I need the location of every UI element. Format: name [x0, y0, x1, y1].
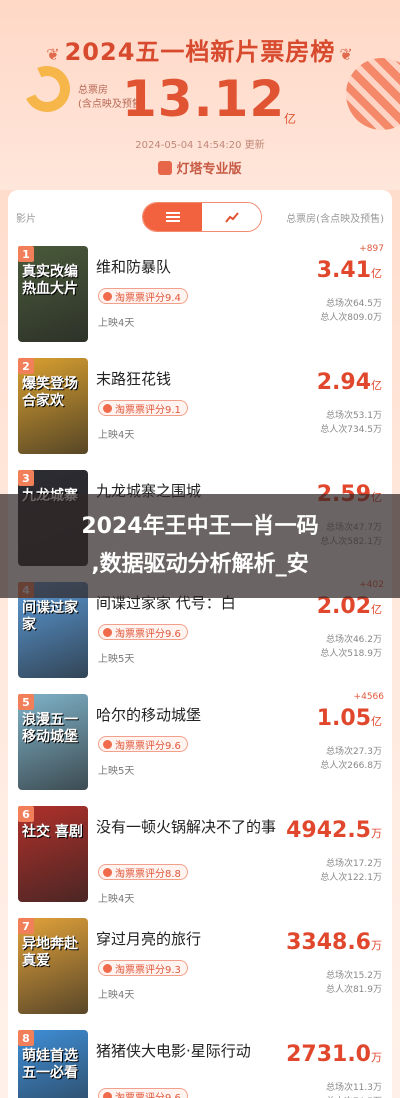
- taopiaopiao-icon: [103, 403, 112, 413]
- poster-caption: 萌娃首选 五一必看: [22, 1048, 78, 1081]
- total-shows: 总场次27.3万: [325, 747, 382, 757]
- movie-row[interactable]: 浪漫五一 移动城堡 5 哈尔的移动城堡 淘票票评分9.6 上映5天 +4566 …: [8, 686, 392, 798]
- score-badge: 淘票票评分8.8: [98, 864, 188, 880]
- box-office-value: 2.94亿: [316, 370, 382, 395]
- total-people: 总人次266.8万: [320, 761, 382, 771]
- box-office-value: 2731.0万: [286, 1042, 382, 1067]
- total-people: 总人次81.9万: [325, 985, 382, 995]
- bar-chart-icon: [224, 212, 239, 223]
- ribbon-icon: [17, 59, 77, 119]
- release-days: 上映4天: [98, 894, 135, 905]
- movie-title[interactable]: 末路狂花钱: [96, 368, 276, 390]
- release-days: 上映4天: [98, 318, 135, 329]
- total-shows: 总场次46.2万: [325, 635, 382, 645]
- total-people: 总人次734.5万: [320, 425, 382, 435]
- score-badge: 淘票票评分9.1: [98, 400, 188, 416]
- total-shows: 总场次17.2万: [325, 859, 382, 869]
- box-office-value: 3348.6万: [286, 930, 382, 955]
- realtime-delta: +897: [359, 244, 384, 254]
- poster-caption: 异地奔赴 真爱: [22, 936, 78, 969]
- movie-row[interactable]: 社交 喜剧 6 没有一顿火锅解决不了的事 淘票票评分8.8 上映4天 4942.…: [8, 798, 392, 910]
- box-office-value: 1.05亿: [316, 706, 382, 731]
- release-days: 上映5天: [98, 766, 135, 777]
- movie-title[interactable]: 维和防暴队: [96, 256, 276, 278]
- total-box-office: 13.12: [122, 70, 286, 128]
- rank-badge: 7: [18, 918, 34, 934]
- total-people: 总人次809.0万: [320, 313, 382, 323]
- total-shows: 总场次11.3万: [325, 1083, 382, 1093]
- table-header: 影片 总票房(含点映及预售): [8, 190, 392, 238]
- poster-caption: 间谍过家家: [22, 600, 78, 633]
- total-shows: 总场次53.1万: [325, 411, 382, 421]
- column-film: 影片: [16, 214, 36, 225]
- rank-badge: 2: [18, 358, 34, 374]
- page-title: ❦ 2024五一档新片票房榜 ❦: [46, 38, 354, 66]
- total-shows: 总场次15.2万: [325, 971, 382, 981]
- poster-caption: 爆笑登场 合家欢: [22, 376, 78, 409]
- taopiaopiao-icon: [103, 291, 112, 301]
- view-toggle[interactable]: [142, 202, 262, 232]
- release-days: 上映4天: [98, 990, 135, 1001]
- overlay-text: 2024年王中王一肖一码 ,数据驱动分析解析_安: [81, 514, 319, 577]
- score-badge: 淘票票评分9.4: [98, 288, 188, 304]
- movie-title[interactable]: 穿过月亮的旅行: [96, 928, 276, 950]
- box-office-value: 3.41亿: [316, 258, 382, 283]
- rank-badge: 8: [18, 1030, 34, 1046]
- realtime-delta: +4566: [353, 692, 384, 702]
- brand: 灯塔专业版: [0, 158, 400, 177]
- rank-badge: 5: [18, 694, 34, 710]
- movie-title[interactable]: 没有一顿火锅解决不了的事: [96, 816, 276, 838]
- taopiaopiao-icon: [103, 739, 112, 749]
- list-icon: [165, 212, 180, 222]
- movie-title[interactable]: 哈尔的移动城堡: [96, 704, 276, 726]
- poster-caption: 浪漫五一 移动城堡: [22, 712, 78, 745]
- ranking-card: 影片 总票房(含点映及预售) 真实改编 热血大片 1 维和防暴队 淘票票评分9.…: [8, 190, 392, 1098]
- laurel-left-icon: ❦: [46, 45, 61, 64]
- poster-caption: 社交 喜剧: [22, 824, 83, 840]
- taopiaopiao-icon: [103, 627, 112, 637]
- release-days: 上映5天: [98, 654, 135, 665]
- update-time: 2024-05-04 14:54:20 更新: [135, 140, 265, 151]
- taopiaopiao-icon: [103, 1091, 112, 1098]
- total-people: 总人次518.9万: [320, 649, 382, 659]
- rank-badge: 6: [18, 806, 34, 822]
- total-people: 总人次122.1万: [320, 873, 382, 883]
- movie-row[interactable]: 异地奔赴 真爱 7 穿过月亮的旅行 淘票票评分9.3 上映4天 3348.6万 …: [8, 910, 392, 1022]
- score-badge: 淘票票评分9.6: [98, 1088, 188, 1098]
- total-unit: 亿: [284, 112, 297, 126]
- laurel-right-icon: ❦: [339, 45, 354, 64]
- movie-row[interactable]: 萌娃首选 五一必看 8 猪猪侠大电影·星际行动 淘票票评分9.6 2731.0万…: [8, 1022, 392, 1098]
- rank-badge: 3: [18, 470, 34, 486]
- movie-row[interactable]: 真实改编 热血大片 1 维和防暴队 淘票票评分9.4 上映4天 +897 3.4…: [8, 238, 392, 350]
- rank-badge: 1: [18, 246, 34, 262]
- column-total: 总票房(含点映及预售): [286, 214, 384, 225]
- total-shows: 总场次64.5万: [325, 299, 382, 309]
- poster-caption: 真实改编 热血大片: [22, 264, 78, 297]
- score-badge: 淘票票评分9.6: [98, 736, 188, 752]
- score-badge: 淘票票评分9.6: [98, 624, 188, 640]
- total-people: 总人次74.5万: [326, 1094, 382, 1098]
- movie-row[interactable]: 爆笑登场 合家欢 2 末路狂花钱 淘票票评分9.1 上映4天 2.94亿 总场次…: [8, 350, 392, 462]
- list-view-button[interactable]: [143, 203, 202, 231]
- header-banner: ❦ 2024五一档新片票房榜 ❦ 总票房 (含点映及预售) 13.12 亿 2024…: [0, 0, 400, 190]
- movie-title[interactable]: 猪猪侠大电影·星际行动: [96, 1040, 276, 1062]
- taopiaopiao-icon: [103, 867, 112, 877]
- chart-view-button[interactable]: [202, 203, 261, 231]
- score-badge: 淘票票评分9.3: [98, 960, 188, 976]
- release-days: 上映4天: [98, 430, 135, 441]
- brand-logo-icon: [158, 161, 173, 175]
- taopiaopiao-icon: [103, 963, 112, 973]
- decorative-ball-icon: [346, 58, 400, 130]
- box-office-value: 4942.5万: [286, 818, 382, 843]
- overlay-banner: 2024年王中王一肖一码 ,数据驱动分析解析_安: [0, 494, 400, 598]
